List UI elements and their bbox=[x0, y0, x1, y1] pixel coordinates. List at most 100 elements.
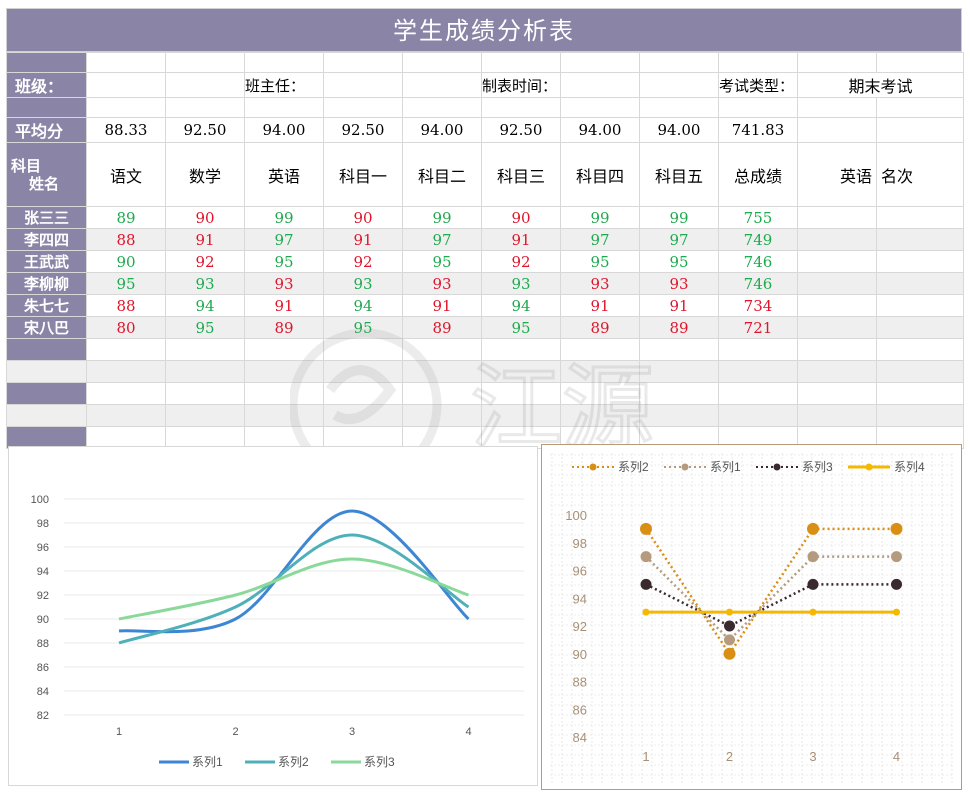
empty-cell[interactable] bbox=[718, 382, 798, 405]
score-cell[interactable]: 92 bbox=[323, 250, 403, 273]
empty-cell[interactable] bbox=[6, 382, 87, 405]
score-cell[interactable]: 99 bbox=[244, 206, 324, 229]
rank-cell[interactable] bbox=[876, 294, 964, 317]
score-cell[interactable]: 95 bbox=[244, 250, 324, 273]
score-cell[interactable]: 91 bbox=[402, 294, 482, 317]
score-cell[interactable]: 92 bbox=[481, 250, 561, 273]
score-cell[interactable]: 93 bbox=[165, 272, 245, 295]
score-cell[interactable]: 90 bbox=[86, 250, 166, 273]
score-cell[interactable]: 95 bbox=[165, 316, 245, 339]
score-cell[interactable]: 95 bbox=[402, 250, 482, 273]
empty-cell[interactable] bbox=[165, 360, 245, 383]
empty-cell[interactable] bbox=[86, 338, 166, 361]
empty-cell[interactable] bbox=[6, 404, 87, 427]
rank-cell[interactable] bbox=[797, 206, 877, 229]
empty-cell[interactable] bbox=[402, 404, 482, 427]
rank-cell[interactable] bbox=[797, 316, 877, 339]
empty-cell[interactable] bbox=[797, 382, 877, 405]
score-cell[interactable]: 90 bbox=[323, 206, 403, 229]
empty-cell[interactable] bbox=[323, 360, 403, 383]
score-cell[interactable]: 93 bbox=[560, 272, 640, 295]
empty-cell[interactable] bbox=[560, 338, 640, 361]
student-name[interactable]: 李柳柳 bbox=[6, 272, 87, 295]
empty-cell[interactable] bbox=[244, 338, 324, 361]
rank-cell[interactable] bbox=[797, 272, 877, 295]
score-cell[interactable]: 99 bbox=[639, 206, 719, 229]
score-cell[interactable]: 94 bbox=[165, 294, 245, 317]
student-name[interactable]: 王武武 bbox=[6, 250, 87, 273]
empty-cell[interactable] bbox=[86, 360, 166, 383]
exam-type-value[interactable]: 期末考试 bbox=[797, 72, 964, 98]
empty-cell[interactable] bbox=[165, 404, 245, 427]
total-score-cell[interactable]: 734 bbox=[718, 294, 798, 317]
score-cell[interactable]: 90 bbox=[165, 206, 245, 229]
empty-cell[interactable] bbox=[6, 360, 87, 383]
rank-cell[interactable] bbox=[876, 228, 964, 251]
score-cell[interactable]: 91 bbox=[481, 228, 561, 251]
score-cell[interactable]: 95 bbox=[639, 250, 719, 273]
rank-cell[interactable] bbox=[797, 250, 877, 273]
empty-cell[interactable] bbox=[560, 360, 640, 383]
score-cell[interactable]: 88 bbox=[86, 294, 166, 317]
score-cell[interactable]: 99 bbox=[402, 206, 482, 229]
score-cell[interactable]: 99 bbox=[560, 206, 640, 229]
empty-cell[interactable] bbox=[481, 338, 561, 361]
empty-cell[interactable] bbox=[6, 338, 87, 361]
empty-cell[interactable] bbox=[165, 338, 245, 361]
score-cell[interactable]: 91 bbox=[323, 228, 403, 251]
score-cell[interactable]: 89 bbox=[560, 316, 640, 339]
student-name[interactable]: 李四四 bbox=[6, 228, 87, 251]
student-name[interactable]: 张三三 bbox=[6, 206, 87, 229]
score-cell[interactable]: 93 bbox=[639, 272, 719, 295]
empty-cell[interactable] bbox=[323, 404, 403, 427]
empty-cell[interactable] bbox=[165, 382, 245, 405]
empty-cell[interactable] bbox=[86, 404, 166, 427]
empty-cell[interactable] bbox=[876, 338, 964, 361]
empty-cell[interactable] bbox=[718, 360, 798, 383]
rank-cell[interactable] bbox=[876, 250, 964, 273]
total-score-cell[interactable]: 746 bbox=[718, 272, 798, 295]
empty-cell[interactable] bbox=[323, 382, 403, 405]
empty-cell[interactable] bbox=[86, 382, 166, 405]
score-cell[interactable]: 91 bbox=[639, 294, 719, 317]
score-cell[interactable]: 91 bbox=[165, 228, 245, 251]
score-cell[interactable]: 97 bbox=[244, 228, 324, 251]
score-cell[interactable]: 93 bbox=[481, 272, 561, 295]
score-cell[interactable]: 95 bbox=[560, 250, 640, 273]
score-cell[interactable]: 94 bbox=[323, 294, 403, 317]
empty-cell[interactable] bbox=[560, 382, 640, 405]
score-cell[interactable]: 88 bbox=[86, 228, 166, 251]
empty-cell[interactable] bbox=[876, 382, 964, 405]
empty-cell[interactable] bbox=[560, 404, 640, 427]
score-cell[interactable]: 93 bbox=[244, 272, 324, 295]
empty-cell[interactable] bbox=[244, 360, 324, 383]
empty-cell[interactable] bbox=[481, 382, 561, 405]
empty-cell[interactable] bbox=[402, 338, 482, 361]
empty-cell[interactable] bbox=[323, 338, 403, 361]
empty-cell[interactable] bbox=[639, 360, 719, 383]
total-score-cell[interactable]: 749 bbox=[718, 228, 798, 251]
empty-cell[interactable] bbox=[639, 382, 719, 405]
empty-cell[interactable] bbox=[876, 404, 964, 427]
rank-subject-select[interactable]: 英语 bbox=[797, 142, 877, 207]
score-cell[interactable]: 89 bbox=[86, 206, 166, 229]
score-cell[interactable]: 93 bbox=[323, 272, 403, 295]
score-cell[interactable]: 91 bbox=[560, 294, 640, 317]
empty-cell[interactable] bbox=[718, 404, 798, 427]
rank-cell[interactable] bbox=[876, 206, 964, 229]
empty-cell[interactable] bbox=[244, 404, 324, 427]
empty-cell[interactable] bbox=[402, 360, 482, 383]
empty-cell[interactable] bbox=[639, 338, 719, 361]
empty-cell[interactable] bbox=[244, 382, 324, 405]
empty-cell[interactable] bbox=[718, 338, 798, 361]
student-name[interactable]: 宋八巴 bbox=[6, 316, 87, 339]
rank-cell[interactable] bbox=[797, 294, 877, 317]
rank-cell[interactable] bbox=[797, 228, 877, 251]
student-name[interactable]: 朱七七 bbox=[6, 294, 87, 317]
score-cell[interactable]: 90 bbox=[481, 206, 561, 229]
total-score-cell[interactable]: 755 bbox=[718, 206, 798, 229]
score-cell[interactable]: 89 bbox=[639, 316, 719, 339]
score-cell[interactable]: 95 bbox=[323, 316, 403, 339]
score-cell[interactable]: 89 bbox=[244, 316, 324, 339]
score-cell[interactable]: 91 bbox=[244, 294, 324, 317]
